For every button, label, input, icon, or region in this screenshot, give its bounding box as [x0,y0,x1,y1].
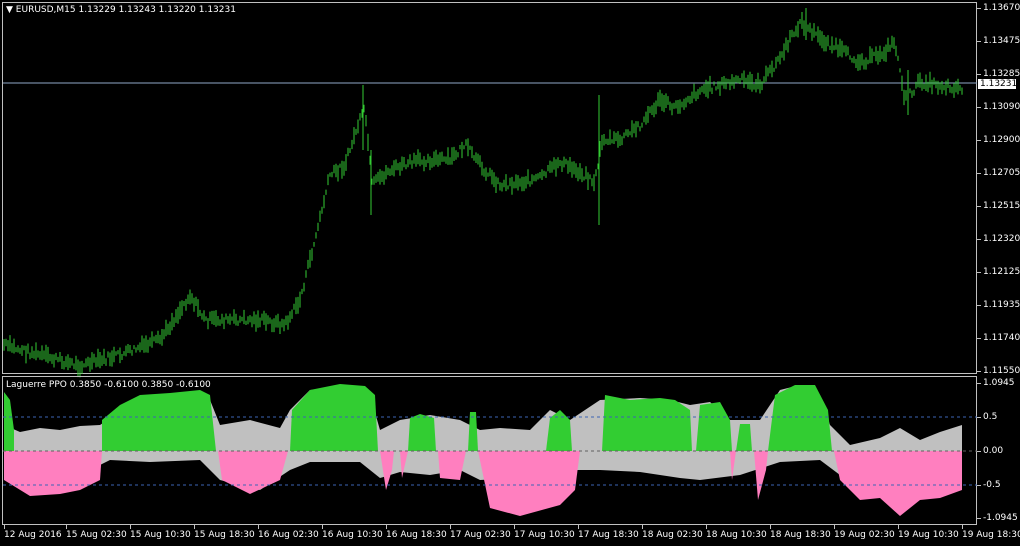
time-axis-label: 19 Aug 18:30 [962,530,1020,540]
time-axis-label: 15 Aug 02:30 [66,530,127,540]
ppo-positive-area [408,414,436,451]
ppo-negative-area [218,451,288,494]
time-axis-label: 18 Aug 10:30 [706,530,767,540]
time-axis-label: 17 Aug 18:30 [578,530,639,540]
indicator-axis-label: -0.5 [983,480,1001,490]
time-axis-tick [834,525,835,529]
time-axis-label: 15 Aug 18:30 [194,530,255,540]
ppo-negative-area [754,451,768,500]
indicator-axis-label: 0.00 [983,446,1004,456]
time-axis-tick [706,525,707,529]
time-axis-label: 16 Aug 10:30 [322,530,383,540]
time-axis-tick [450,525,451,529]
ppo-positive-area [102,390,216,451]
indicator-title: Laguerre PPO 0.3850 -0.6100 0.3850 -0.61… [6,380,211,390]
indicator-axis-label: 1.0945 [983,378,1015,388]
ppo-negative-area [478,451,580,516]
indicator-axis-tick [977,417,981,418]
time-axis-label: 12 Aug 2016 [4,530,62,540]
time-axis-label: 19 Aug 02:30 [834,530,895,540]
ppo-positive-area [696,402,732,451]
indicator-axis-label: -1.0945 [983,513,1018,523]
time-axis-label: 17 Aug 02:30 [450,530,511,540]
time-axis-label: 18 Aug 18:30 [770,530,831,540]
indicator-axis-tick [977,383,981,384]
indicator-axis-label: 0.5 [983,412,998,422]
time-axis-tick [130,525,131,529]
time-axis-label: 15 Aug 10:30 [130,530,191,540]
time-axis-label: 16 Aug 02:30 [258,530,319,540]
indicator-axis-tick [977,485,981,486]
chart-window[interactable]: ▼ EURUSD,M15 1.13229 1.13243 1.13220 1.1… [0,0,1020,546]
time-axis-tick [4,525,5,529]
time-axis-tick [642,525,643,529]
time-axis-tick [514,525,515,529]
time-axis-label: 17 Aug 10:30 [514,530,575,540]
ppo-positive-area [4,392,14,451]
time-axis-tick [770,525,771,529]
indicator-axis-tick [977,518,981,519]
time-axis-tick [386,525,387,529]
ppo-negative-area [4,451,102,496]
time-axis-tick [194,525,195,529]
time-axis-tick [66,525,67,529]
time-axis-tick [962,525,963,529]
ppo-negative-area [834,451,962,516]
time-axis-tick [898,525,899,529]
ppo-negative-area [438,451,466,480]
time-axis-label: 19 Aug 10:30 [898,530,959,540]
ppo-positive-area [468,412,478,451]
ppo-positive-area [602,395,692,451]
time-axis-tick [322,525,323,529]
ppo-positive-area [768,385,832,451]
laguerre-ppo-histogram[interactable] [0,0,1020,546]
time-axis-label: 18 Aug 02:30 [642,530,703,540]
indicator-axis-tick [977,451,981,452]
time-axis-label: 16 Aug 18:30 [386,530,447,540]
time-axis-tick [578,525,579,529]
time-axis-tick [258,525,259,529]
